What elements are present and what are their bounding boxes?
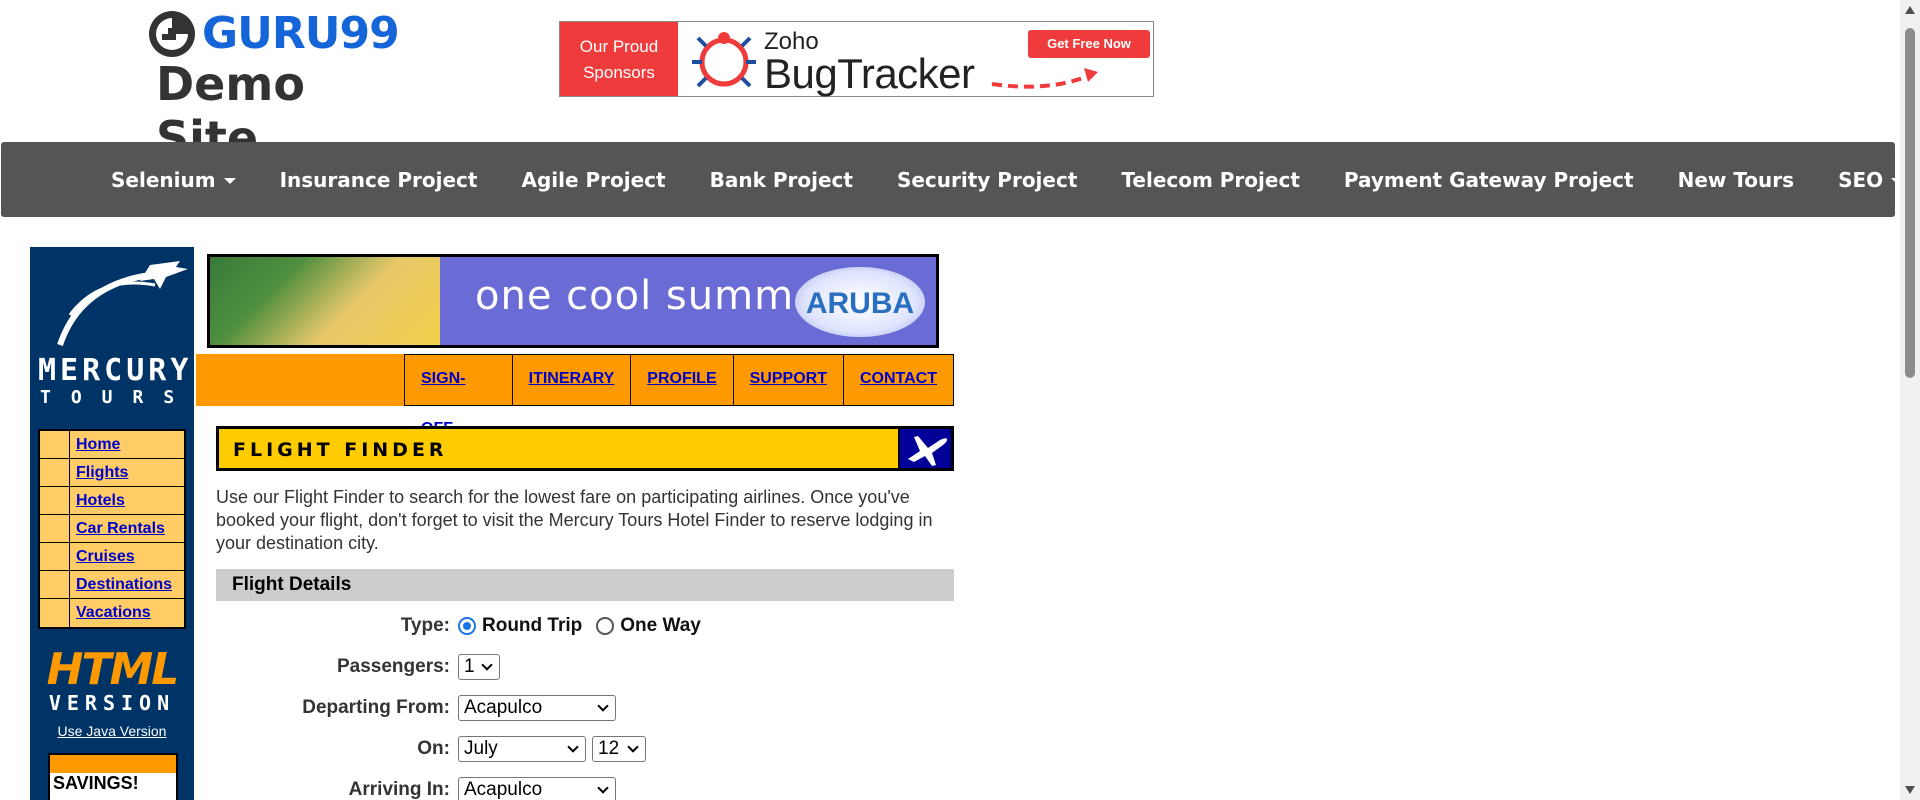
passengers-select[interactable]: 1: [458, 654, 500, 680]
nav-selenium[interactable]: Selenium: [89, 168, 258, 192]
arriving-in-select[interactable]: Acapulco: [458, 777, 616, 800]
nav-bank-project[interactable]: Bank Project: [688, 168, 875, 192]
type-row: Type: Round Trip One Way: [216, 610, 954, 642]
mercury-plane-logo-icon: [57, 261, 188, 346]
on-label: On:: [417, 738, 450, 759]
flight-finder-title: FLIGHT FINDER: [233, 439, 448, 461]
on-month-select[interactable]: July: [458, 736, 586, 762]
menu-item-destinations: Destinations: [40, 571, 184, 599]
menu-item-car-rentals: Car Rentals: [40, 515, 184, 543]
top-links-bar: SIGN-OFF ITINERARY PROFILE SUPPORT CONTA…: [196, 354, 954, 437]
nav-payment-gateway-project[interactable]: Payment Gateway Project: [1322, 168, 1656, 192]
departing-row: Departing From: Acapulco: [216, 692, 954, 724]
bug-icon: [692, 32, 756, 88]
flight-finder-header: FLIGHT FINDER: [216, 426, 954, 471]
scroll-up-icon[interactable]: [1905, 6, 1915, 14]
guru99-logo-icon: [149, 10, 195, 57]
sponsor-banner[interactable]: Our Proud Sponsors Zoho BugTracker Get F…: [559, 21, 1154, 97]
profile-link[interactable]: PROFILE: [630, 354, 732, 406]
sponsor-ad: Zoho BugTracker Get Free Now: [678, 22, 1153, 97]
html-version-subtitle: VERSION: [48, 691, 176, 715]
flight-details-heading: Flight Details: [216, 569, 954, 601]
page-scrollbar[interactable]: [1900, 0, 1920, 800]
caret-down-icon: [223, 178, 236, 184]
scrollbar-thumb[interactable]: [1905, 28, 1915, 378]
passengers-row: Passengers: 1: [216, 651, 954, 683]
chevron-down-icon: [481, 659, 493, 671]
main-nav: Selenium Insurance Project Agile Project…: [1, 142, 1904, 217]
menu-link-cruises[interactable]: Cruises: [70, 543, 135, 570]
one-way-radio[interactable]: [596, 617, 615, 635]
html-version-badge: HTML VERSION Use Java Version: [42, 644, 182, 740]
nav-telecom-project[interactable]: Telecom Project: [1099, 168, 1321, 192]
menu-link-home[interactable]: Home: [70, 431, 120, 458]
menu-item-vacations: Vacations: [40, 599, 184, 627]
logo-text: GURU99: [202, 8, 400, 59]
html-version-title: HTML: [46, 644, 180, 695]
savings-ad[interactable]: SAVINGS!: [48, 753, 178, 800]
nav-new-tours[interactable]: New Tours: [1656, 168, 1816, 192]
menu-link-flights[interactable]: Flights: [70, 459, 128, 486]
mercury-title: MERCURY: [38, 353, 193, 388]
scroll-down-icon[interactable]: [1905, 786, 1915, 794]
itinerary-link[interactable]: ITINERARY: [511, 354, 631, 406]
contact-link[interactable]: CONTACT: [842, 354, 954, 406]
passengers-label: Passengers:: [336, 656, 450, 677]
aruba-logo: ARUBA: [795, 267, 925, 337]
departing-label: Departing From:: [302, 697, 450, 718]
arriving-label: Arriving In:: [348, 779, 450, 800]
round-trip-label[interactable]: Round Trip: [482, 615, 582, 637]
one-way-label[interactable]: One Way: [620, 615, 701, 637]
side-menu: Home Flights Hotels Car Rentals Cruises …: [38, 429, 186, 629]
sign-off-link[interactable]: SIGN-OFF: [404, 354, 512, 437]
departing-from-select[interactable]: Acapulco: [458, 695, 616, 721]
nav-agile-project[interactable]: Agile Project: [499, 168, 687, 192]
flight-finder-intro: Use our Flight Finder to search for the …: [216, 487, 933, 553]
airplane-icon: [898, 429, 951, 468]
menu-link-car-rentals[interactable]: Car Rentals: [70, 515, 165, 542]
menu-item-cruises: Cruises: [40, 543, 184, 571]
type-label: Type:: [400, 615, 450, 636]
chevron-down-icon: [597, 782, 609, 794]
on-date-row: On: July 12: [216, 733, 954, 765]
menu-item-home: Home: [40, 431, 184, 459]
sponsor-label: Our Proud Sponsors: [560, 22, 678, 96]
mercury-sidebar: MERCURY TOURS Home Flights Hotels Car Re…: [30, 247, 194, 800]
support-link[interactable]: SUPPORT: [732, 354, 843, 406]
get-free-now-button[interactable]: Get Free Now: [1028, 30, 1150, 58]
chevron-down-icon: [567, 741, 579, 753]
banner-photo: [210, 257, 440, 345]
mercury-subtitle: TOURS: [40, 387, 195, 408]
round-trip-radio[interactable]: [458, 617, 476, 635]
use-java-version-link[interactable]: Use Java Version: [42, 723, 182, 739]
menu-item-hotels: Hotels: [40, 487, 184, 515]
aruba-banner[interactable]: one cool summer ARUBA: [207, 254, 939, 348]
arriving-row: Arriving In: Acapulco: [216, 774, 954, 800]
bugtracker-text: BugTracker: [764, 50, 975, 97]
menu-link-destinations[interactable]: Destinations: [70, 571, 172, 598]
savings-text: SAVINGS!: [53, 773, 139, 793]
on-day-select[interactable]: 12: [592, 736, 646, 762]
top-links: SIGN-OFF ITINERARY PROFILE SUPPORT CONTA…: [404, 354, 954, 437]
menu-item-flights: Flights: [40, 459, 184, 487]
nav-security-project[interactable]: Security Project: [875, 168, 1099, 192]
menu-link-vacations[interactable]: Vacations: [70, 599, 151, 627]
dashed-arrow-icon: [991, 68, 1098, 89]
chevron-down-icon: [597, 700, 609, 712]
chevron-down-icon: [627, 741, 639, 753]
menu-link-hotels[interactable]: Hotels: [70, 487, 125, 514]
nav-insurance-project[interactable]: Insurance Project: [258, 168, 500, 192]
banner-text: one cool summer: [475, 273, 838, 319]
